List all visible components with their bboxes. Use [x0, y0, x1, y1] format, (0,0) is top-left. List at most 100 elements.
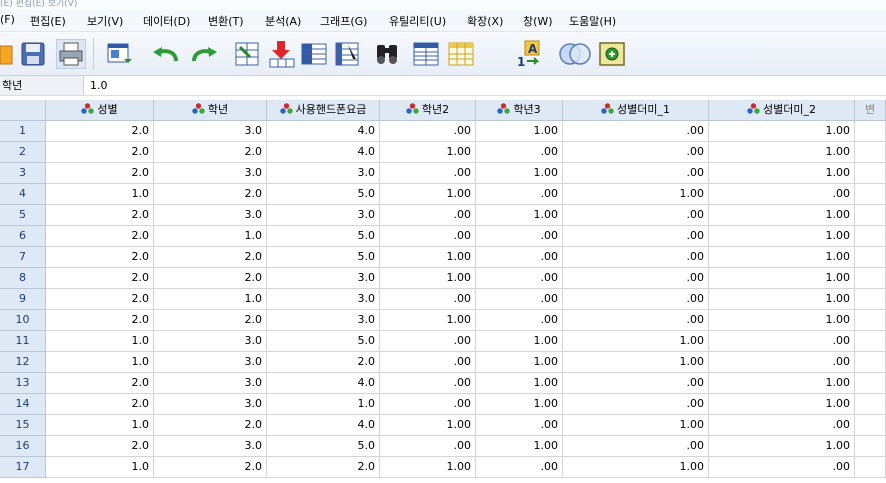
split-file-icon[interactable]: [334, 39, 360, 69]
column-header-variable-partial[interactable]: 변: [855, 100, 886, 121]
row-number[interactable]: 8: [0, 268, 46, 289]
table-cell[interactable]: 1.00: [476, 373, 563, 394]
table-cell[interactable]: 2.0: [154, 247, 267, 268]
table-cell[interactable]: .00: [709, 457, 855, 478]
table-cell[interactable]: 3.0: [154, 394, 267, 415]
table-cell[interactable]: .00: [380, 352, 476, 373]
table-cell[interactable]: 1.00: [476, 394, 563, 415]
grid-corner[interactable]: [0, 100, 46, 121]
column-header-학년3[interactable]: 학년3: [476, 100, 563, 121]
row-number[interactable]: 7: [0, 247, 46, 268]
table-cell[interactable]: 1.00: [563, 331, 709, 352]
goto-variable-icon[interactable]: [268, 39, 296, 69]
table-cell[interactable]: 2.0: [154, 310, 267, 331]
table-cell[interactable]: .00: [380, 436, 476, 457]
table-cell[interactable]: 1.00: [380, 310, 476, 331]
table-cell[interactable]: .00: [563, 247, 709, 268]
table-cell[interactable]: 3.0: [154, 205, 267, 226]
table-cell[interactable]: 2.0: [46, 226, 154, 247]
table-cell[interactable]: 3.0: [154, 331, 267, 352]
table-cell[interactable]: 2.0: [154, 184, 267, 205]
table-cell[interactable]: 3.0: [154, 352, 267, 373]
table-cell[interactable]: 2.0: [267, 352, 380, 373]
table-cell[interactable]: 1.00: [709, 289, 855, 310]
table-cell[interactable]: 1.0: [46, 457, 154, 478]
row-number[interactable]: 5: [0, 205, 46, 226]
table-cell[interactable]: .00: [380, 289, 476, 310]
table-cell[interactable]: [855, 394, 886, 415]
row-number[interactable]: 16: [0, 436, 46, 457]
table-cell[interactable]: [855, 310, 886, 331]
print-icon[interactable]: [56, 39, 86, 69]
table-cell[interactable]: [855, 415, 886, 436]
column-header-학년2[interactable]: 학년2: [380, 100, 476, 121]
insert-cases-icon[interactable]: [412, 39, 440, 69]
table-cell[interactable]: 1.0: [46, 415, 154, 436]
table-cell[interactable]: 1.00: [476, 436, 563, 457]
table-cell[interactable]: .00: [476, 457, 563, 478]
row-number[interactable]: 3: [0, 163, 46, 184]
table-cell[interactable]: [855, 205, 886, 226]
table-cell[interactable]: 1.00: [709, 121, 855, 142]
table-cell[interactable]: [855, 331, 886, 352]
table-cell[interactable]: .00: [476, 184, 563, 205]
table-cell[interactable]: .00: [563, 289, 709, 310]
table-cell[interactable]: .00: [380, 331, 476, 352]
table-cell[interactable]: 2.0: [154, 142, 267, 163]
table-cell[interactable]: 3.0: [267, 163, 380, 184]
table-cell[interactable]: .00: [476, 142, 563, 163]
table-cell[interactable]: 3.0: [267, 268, 380, 289]
table-cell[interactable]: .00: [380, 373, 476, 394]
row-number[interactable]: 10: [0, 310, 46, 331]
table-cell[interactable]: 2.0: [46, 205, 154, 226]
table-cell[interactable]: 1.00: [709, 373, 855, 394]
table-cell[interactable]: 1.00: [709, 310, 855, 331]
table-cell[interactable]: 4.0: [267, 121, 380, 142]
table-cell[interactable]: .00: [380, 394, 476, 415]
table-cell[interactable]: .00: [709, 184, 855, 205]
table-cell[interactable]: 1.00: [709, 268, 855, 289]
menu-view[interactable]: 보기(V): [87, 13, 123, 29]
table-cell[interactable]: 1.00: [563, 352, 709, 373]
table-cell[interactable]: .00: [563, 268, 709, 289]
column-header-사용핸드폰요금[interactable]: 사용핸드폰요금: [267, 100, 380, 121]
add-icon[interactable]: [599, 39, 625, 69]
table-cell[interactable]: 1.00: [380, 142, 476, 163]
column-header-성별더미_2[interactable]: 성별더미_2: [709, 100, 855, 121]
table-cell[interactable]: 4.0: [267, 415, 380, 436]
variables-icon[interactable]: [300, 39, 328, 69]
menu-extensions[interactable]: 확장(X): [467, 13, 503, 29]
undo-icon[interactable]: [150, 39, 180, 69]
table-cell[interactable]: 1.00: [476, 205, 563, 226]
menu-graphs[interactable]: 그래프(G): [320, 13, 367, 29]
table-cell[interactable]: 1.00: [709, 205, 855, 226]
menu-help[interactable]: 도움말(H): [569, 13, 616, 29]
table-cell[interactable]: .00: [476, 226, 563, 247]
menu-transform[interactable]: 변환(T): [208, 13, 244, 29]
table-cell[interactable]: 1.00: [709, 247, 855, 268]
table-cell[interactable]: [855, 289, 886, 310]
table-cell[interactable]: 1.00: [380, 415, 476, 436]
table-cell[interactable]: 2.0: [267, 457, 380, 478]
menu-data[interactable]: 데이터(D): [143, 13, 190, 29]
table-cell[interactable]: .00: [563, 142, 709, 163]
table-cell[interactable]: .00: [709, 415, 855, 436]
table-cell[interactable]: .00: [380, 163, 476, 184]
table-cell[interactable]: 2.0: [154, 268, 267, 289]
table-cell[interactable]: 1.0: [46, 331, 154, 352]
row-number[interactable]: 13: [0, 373, 46, 394]
table-cell[interactable]: 1.0: [46, 352, 154, 373]
menu-edit[interactable]: 편집(E): [30, 13, 66, 29]
table-cell[interactable]: 2.0: [46, 142, 154, 163]
table-cell[interactable]: 1.00: [476, 331, 563, 352]
table-cell[interactable]: .00: [380, 121, 476, 142]
table-cell[interactable]: .00: [476, 268, 563, 289]
table-cell[interactable]: 2.0: [154, 415, 267, 436]
table-cell[interactable]: 2.0: [46, 436, 154, 457]
table-cell[interactable]: .00: [563, 436, 709, 457]
row-number[interactable]: 12: [0, 352, 46, 373]
column-header-학년[interactable]: 학년: [154, 100, 267, 121]
table-cell[interactable]: .00: [563, 373, 709, 394]
table-cell[interactable]: 1.00: [709, 142, 855, 163]
table-cell[interactable]: 2.0: [46, 121, 154, 142]
